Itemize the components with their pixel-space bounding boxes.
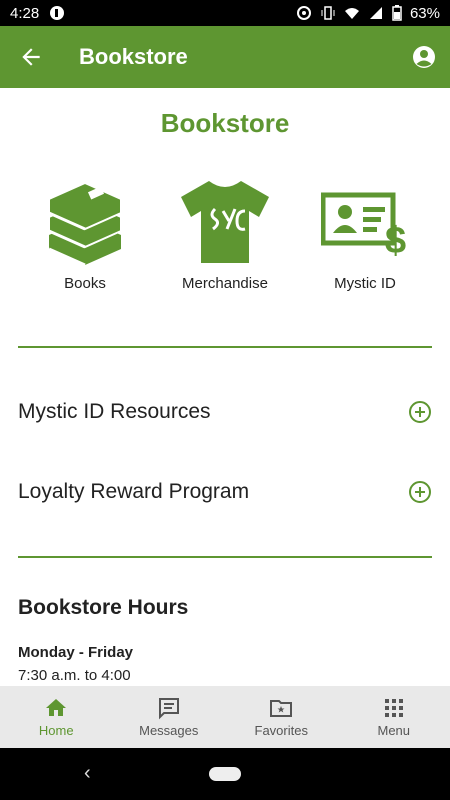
main-content: Bookstore Books Merchandise $ Mystic ID … [0,88,450,686]
books-icon [48,181,122,267]
account-icon[interactable] [412,45,436,69]
app-bar: Bookstore [0,26,450,88]
signal-icon [369,7,382,19]
system-home-pill[interactable] [209,767,241,781]
row-label: Loyalty Reward Program [18,480,250,503]
arrow-left-icon [22,48,40,66]
battery-icon [392,5,402,21]
expand-plus-icon[interactable] [408,480,432,504]
nav-home[interactable]: Home [0,686,113,748]
nav-messages[interactable]: Messages [113,686,226,748]
svg-text:$: $ [385,220,406,262]
nav-label: Home [38,723,74,738]
system-nav-bar: ‹ [0,748,450,800]
category-tiles: Books Merchandise $ Mystic ID [0,177,450,292]
home-icon [46,699,67,716]
loyalty-reward-row[interactable]: Loyalty Reward Program [0,452,450,532]
system-back-button[interactable]: ‹ [84,762,91,785]
notification-icon [50,6,65,20]
message-icon [158,698,179,720]
hours-title: Bookstore Hours [18,596,189,619]
battery-percent: 63% [409,4,440,22]
back-button[interactable] [0,26,62,88]
grid-menu-icon [384,699,403,717]
app-bar-title: Bookstore [79,44,188,69]
bottom-nav: Home Messages Favorites Menu [0,686,450,748]
divider [18,556,432,558]
tile-label-mystic-id: Mystic ID [334,275,396,292]
nav-label: Menu [377,723,411,738]
tshirt-icon [181,181,269,263]
divider [18,346,432,348]
sync-icon [296,6,311,20]
books-tile[interactable]: Books [25,177,145,292]
vibrate-icon [321,6,335,20]
row-label: Mystic ID Resources [18,400,211,423]
hours-time: 7:30 a.m. to 4:00 [18,667,131,684]
tile-label-merchandise: Merchandise [182,275,268,292]
nav-menu[interactable]: Menu [338,686,450,748]
mystic-id-tile[interactable]: $ Mystic ID [305,177,425,292]
page-title: Bookstore [160,108,290,138]
hours-day: Monday - Friday [18,644,134,661]
merchandise-tile[interactable]: Merchandise [165,177,285,292]
favorites-folder-icon [270,700,293,717]
nav-label: Favorites [254,723,308,738]
nav-favorites[interactable]: Favorites [225,686,338,748]
nav-label: Messages [139,723,199,738]
mystic-id-resources-row[interactable]: Mystic ID Resources [0,372,450,452]
status-bar: 4:28 63% [0,0,450,26]
status-time: 4:28 [10,4,40,22]
expand-plus-icon[interactable] [408,400,432,424]
wifi-icon [344,8,359,19]
tile-label-books: Books [64,275,106,292]
id-card-icon: $ [321,192,406,262]
